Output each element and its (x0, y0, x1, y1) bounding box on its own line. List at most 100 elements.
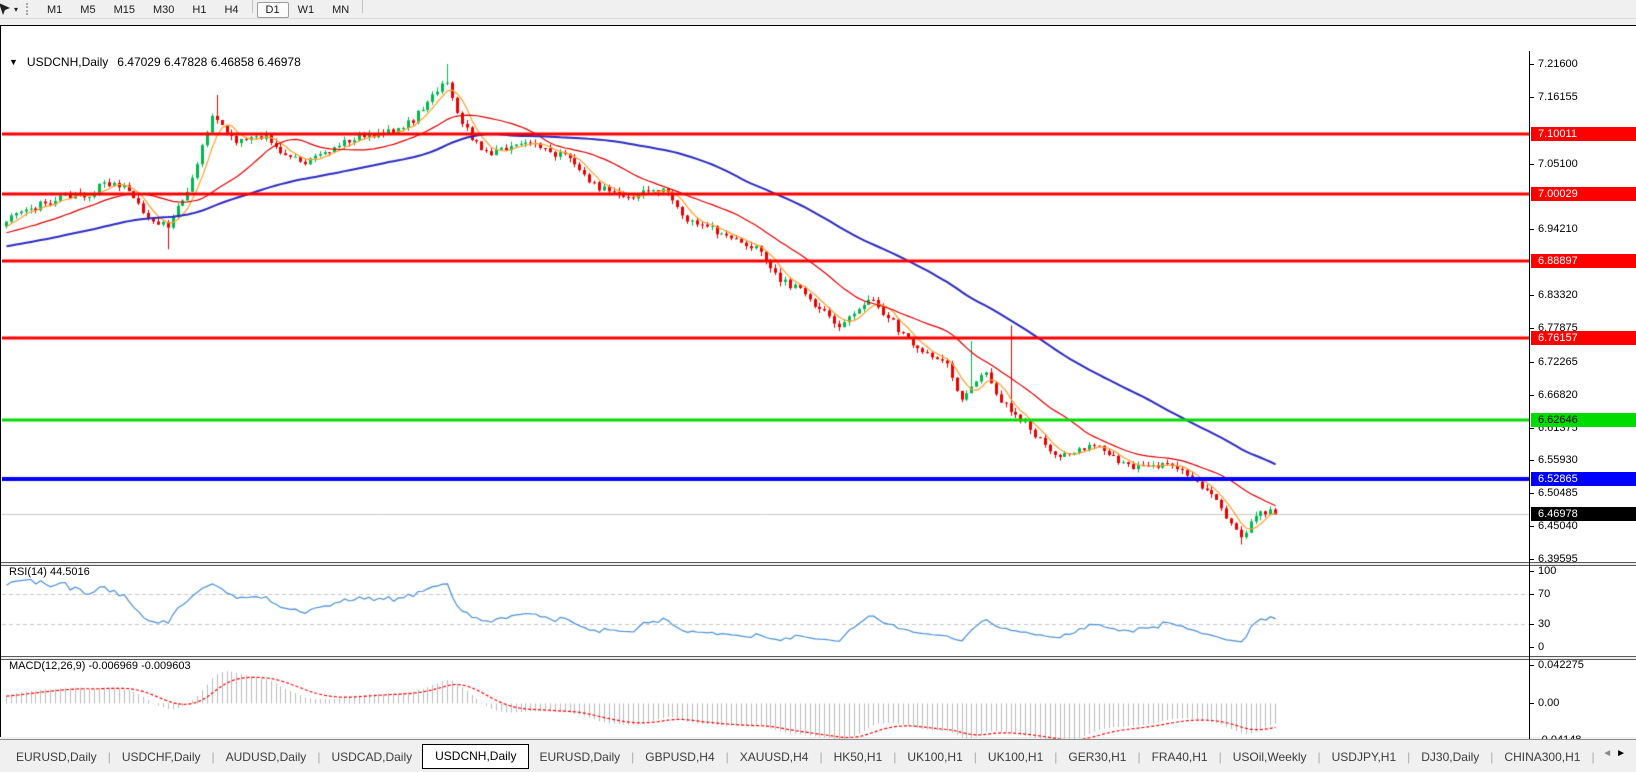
chart-tab-uk100-h1[interactable]: UK100,H1 (897, 746, 972, 769)
chart-title: ▼ USDCNH,Daily 6.47029 6.47828 6.46858 6… (9, 55, 301, 69)
chart-tab-bar: EURUSD,Daily|USDCHF,Daily|AUDUSD,Daily|U… (0, 739, 1636, 772)
red-price-line-badge: 7.00029 (1531, 187, 1636, 201)
black-price-line-badge: 6.46978 (1531, 507, 1636, 521)
tab-separator: | (974, 750, 977, 764)
timeframe-button-h1[interactable]: H1 (183, 2, 215, 18)
symbol-dropdown-icon[interactable]: ▼ (9, 57, 18, 67)
price-axis-label: 100 (1538, 565, 1556, 578)
tab-separator: | (1407, 750, 1410, 764)
price-axis-label: 0.00 (1538, 697, 1559, 710)
tab-list: EURUSD,Daily|USDCHF,Daily|AUDUSD,Daily|U… (6, 744, 1596, 770)
axis-tick-mark (1529, 526, 1534, 527)
chart-tab-usoil-weekly[interactable]: USOil,Weekly (1223, 746, 1317, 769)
tab-separator: | (819, 750, 822, 764)
chart-window: ▼ USDCNH,Daily 6.47029 6.47828 6.46858 6… (0, 25, 1636, 737)
timeframe-button-m30[interactable]: M30 (144, 2, 183, 18)
price-axis-label: 6.72265 (1538, 356, 1578, 369)
chart-tab-audusd-daily[interactable]: AUDUSD,Daily (216, 746, 317, 769)
chart-tab-usdcad-daily[interactable]: USDCAD,Daily (321, 746, 422, 769)
panel-splitter[interactable] (1, 562, 1636, 566)
macd-name: MACD(12,26,9) (9, 660, 85, 672)
tab-scroll-left-icon[interactable]: ◄ (1602, 748, 1616, 759)
trading-terminal-window: { "toolbar": { "caret": "▾", "timeframes… (0, 0, 1636, 772)
chart-symbol-label: USDCNH,Daily (27, 55, 108, 69)
price-axis-label: 70 (1538, 588, 1550, 601)
axis-tick-mark (1529, 493, 1534, 494)
chart-tab-usdchf-daily[interactable]: USDCHF,Daily (112, 746, 211, 769)
axis-tick-mark (1529, 362, 1534, 363)
axis-tick-mark (1529, 328, 1534, 329)
tab-separator: | (1591, 750, 1594, 764)
price-axis-label: 6.45040 (1538, 520, 1578, 533)
main-chart-canvas[interactable] (2, 51, 1529, 562)
axis-tick-mark (1529, 665, 1534, 666)
chart-tab-gbpusd-h4[interactable]: GBPUSD,H4 (635, 746, 724, 769)
timeframe-buttons: M1M5M15M30H1H4 D1W1MN (38, 0, 367, 18)
timeframe-button-m5[interactable]: M5 (71, 2, 104, 18)
axis-tick-mark (1529, 559, 1534, 560)
tab-scroll-right-icon[interactable]: ► (1616, 748, 1630, 759)
chart-tab-fra40-h1[interactable]: FRA40,H1 (1142, 746, 1218, 769)
tab-separator: | (1137, 750, 1140, 764)
price-axis-label: 6.66820 (1538, 389, 1578, 402)
chart-tab-dj30-daily[interactable]: DJ30,Daily (1411, 746, 1489, 769)
chart-tab-eurusd-daily[interactable]: EURUSD,Daily (529, 746, 630, 769)
chart-tab-uk100-h1[interactable]: UK100,H1 (978, 746, 1053, 769)
chart-tab-eurusd-daily[interactable]: EURUSD,Daily (6, 746, 107, 769)
price-axis-label: 6.55930 (1538, 454, 1578, 467)
tab-scroll-arrows: ◄► (1602, 748, 1630, 759)
cursor-tool-caret-icon[interactable]: ▾ (14, 5, 18, 14)
axis-tick-mark (1529, 460, 1534, 461)
cursor-tool-icon[interactable] (0, 2, 12, 16)
price-axis-label: 0 (1538, 641, 1544, 654)
tab-separator: | (1219, 750, 1222, 764)
chart-tab-china300-h1[interactable]: CHINA300,H1 (1494, 746, 1590, 769)
axis-tick-mark (1529, 594, 1534, 595)
chart-tab-usdjpy-h1[interactable]: USDJPY,H1 (1322, 746, 1406, 769)
rsi-indicator-label: RSI(14) 44.5016 (9, 566, 90, 578)
macd-values: -0.006969 -0.009603 (88, 660, 190, 672)
chart-tab-ger30-h1[interactable]: GER30,H1 (1058, 746, 1136, 769)
price-axis-label: 7.21600 (1538, 58, 1578, 71)
axis-tick-mark (1529, 624, 1534, 625)
tab-separator: | (631, 750, 634, 764)
rsi-name: RSI(14) (9, 566, 47, 578)
chart-tab-hk50-h1[interactable]: HK50,H1 (824, 746, 893, 769)
red-price-line-badge: 6.88897 (1531, 254, 1636, 268)
timeframe-button-m15[interactable]: M15 (105, 2, 144, 18)
toolbar-separator (252, 0, 253, 13)
timeframe-button-w1[interactable]: W1 (289, 2, 324, 18)
timeframe-button-m1[interactable]: M1 (38, 2, 71, 18)
axis-tick-mark (1529, 229, 1534, 230)
timeframe-button-h4[interactable]: H4 (215, 2, 247, 18)
tab-separator: | (212, 750, 215, 764)
tab-separator: | (893, 750, 896, 764)
toolbar-separator (362, 0, 363, 13)
red-price-line-badge: 7.10011 (1531, 127, 1636, 141)
timeframe-button-mn[interactable]: MN (323, 2, 358, 18)
price-axis-label: 6.94210 (1538, 223, 1578, 236)
chart-ohlc-values: 6.47029 6.47828 6.46858 6.46978 (117, 55, 301, 69)
rsi-panel-canvas[interactable] (2, 566, 1529, 656)
timeframe-button-d1[interactable]: D1 (257, 2, 289, 18)
rsi-value: 44.5016 (50, 566, 90, 578)
price-axis-label: 7.05100 (1538, 158, 1578, 171)
toolbar: ▾ M1M5M15M30H1H4 D1W1MN (0, 0, 1636, 19)
price-axis[interactable]: 7.216007.161557.100117.051007.000296.942… (1529, 51, 1636, 743)
chart-tab-usdcnh-daily[interactable]: USDCNH,Daily (422, 744, 529, 769)
price-axis-label: 30 (1538, 618, 1550, 631)
panel-splitter[interactable] (1, 656, 1636, 660)
chart-tab-xauusd-h4[interactable]: XAUUSD,H4 (730, 746, 819, 769)
price-axis-label: 6.50485 (1538, 487, 1578, 500)
price-axis-label: 0.042275 (1538, 659, 1584, 672)
axis-tick-mark (1529, 571, 1534, 572)
axis-tick-mark (1529, 97, 1534, 98)
tab-separator: | (726, 750, 729, 764)
tab-separator: | (108, 750, 111, 764)
axis-tick-mark (1529, 295, 1534, 296)
axis-tick-mark (1529, 703, 1534, 704)
macd-panel-canvas[interactable] (2, 660, 1529, 742)
axis-tick-mark (1529, 64, 1534, 65)
toolbar-grip[interactable] (26, 3, 32, 15)
price-axis-label: 6.83320 (1538, 289, 1578, 302)
